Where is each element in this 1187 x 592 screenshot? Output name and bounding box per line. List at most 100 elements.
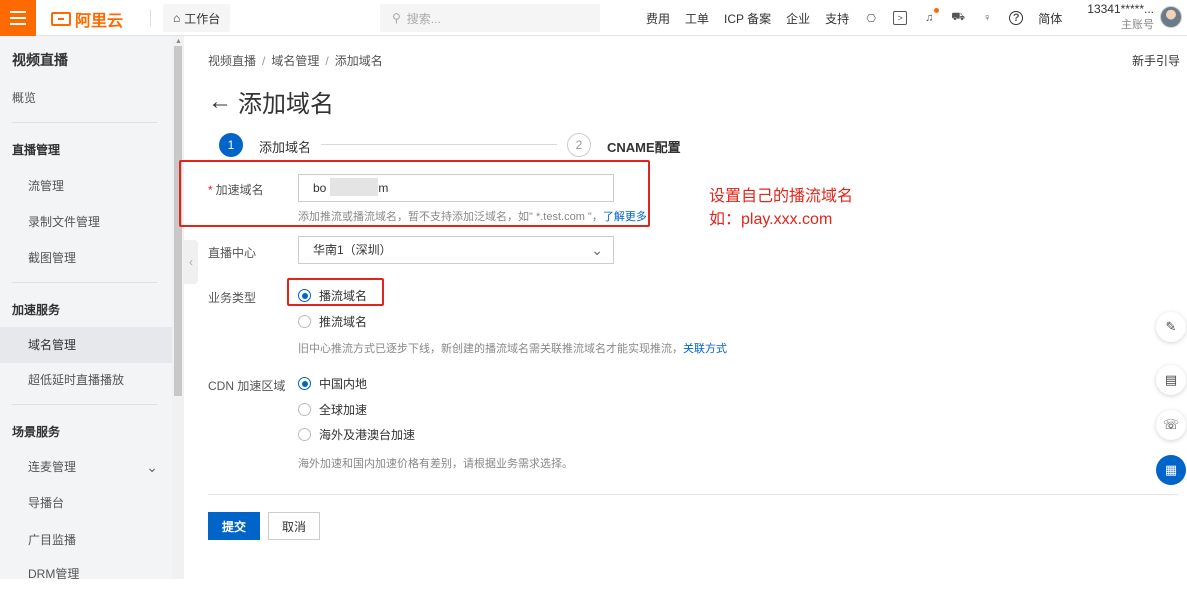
cdn-help: 海外加速和国内加速价格有差别，请根据业务需求选择。 [298,458,573,470]
hamburger-menu-icon[interactable] [0,0,36,36]
annotation-line: 设置自己的播流域名 [709,188,854,205]
radio-unchecked-icon [298,403,311,416]
chevron-down-icon: ⌄ [591,242,603,258]
annotation-box [179,160,650,227]
step-label: 添加域名 [259,140,312,155]
submit-button[interactable]: 提交 [208,512,260,540]
bell-icon[interactable]: ♫ [922,8,940,25]
nav-fees[interactable]: 费用 [646,10,670,27]
sidebar-item-stream[interactable]: 流管理 [0,168,172,204]
account-type: 主账号 [1121,19,1154,31]
nav-support[interactable]: 支持 [825,10,849,27]
radio-label: 全球加速 [319,403,368,417]
sidebar-title: 视频直播 [12,52,68,68]
sidebar-group-accel: 加速服务 [12,303,61,317]
language-switch[interactable]: 简体 [1038,10,1062,27]
back-arrow-icon[interactable]: ← [208,88,232,116]
top-nav: 费用 工单 ICP 备案 企业 支持 ⎔ > ♫ ⛟ ♀ ? 简体 [646,0,1062,36]
sidebar-group-live: 直播管理 [12,143,61,157]
sidebar-item-director[interactable]: 导播台 [0,485,172,521]
center-select[interactable]: 华南1（深圳） ⌄ [298,236,614,264]
book-icon[interactable]: ▤ [1156,365,1186,395]
nav-icp[interactable]: ICP 备案 [724,10,771,27]
page-title-text: 添加域名 [238,91,334,118]
center-label: 直播中心 [208,246,257,260]
breadcrumb-item[interactable]: 视频直播 [208,54,256,68]
biz-type-label: 业务类型 [208,291,257,305]
step-number: 1 [219,133,243,157]
radio-label: 中国内地 [319,377,368,391]
nav-enterprise[interactable]: 企业 [786,10,810,27]
step-number: 2 [567,133,591,157]
radio-unchecked-icon [298,428,311,441]
sidebar-group-scene: 场景服务 [12,425,61,439]
sidebar-divider [12,282,157,283]
edit-icon[interactable]: ✎ [1156,312,1186,342]
sidebar-item-co-streaming[interactable]: 连麦管理 ⌄ [0,449,172,485]
avatar[interactable] [1160,6,1182,28]
sidebar-divider [12,404,157,405]
account-id: 13341*****... [1087,2,1154,16]
notification-dot [934,8,940,13]
workbench-label: 工作台 [184,11,221,26]
terminal-icon[interactable]: > [893,11,908,25]
cancel-button[interactable]: 取消 [268,512,320,540]
sidebar-item-ultra-low-latency[interactable]: 超低延时直播播放 [0,362,172,398]
apps-icon[interactable]: ▦ [1156,455,1186,485]
steps: 1 添加域名 2 CNAME配置 [219,133,699,159]
sidebar-item-recording[interactable]: 录制文件管理 [0,204,172,240]
lightbulb-icon[interactable]: ♀ [980,11,994,25]
radio-mainland[interactable]: 中国内地 [298,375,367,392]
radio-global[interactable]: 全球加速 [298,401,367,418]
step-connector [321,144,557,145]
workbench-button[interactable]: ⌂ 工作台 [163,4,231,32]
sidebar-divider [12,122,157,123]
page-title: ← 添加域名 [208,84,334,119]
app-icon[interactable]: ⎔ [864,11,878,25]
beginner-guide-link[interactable]: 新手引导 [1132,52,1180,69]
home-icon: ⌂ [173,11,181,25]
chat-icon[interactable]: ☏ [1156,410,1186,440]
annotation-line: 如：play.xxx.com [709,211,833,228]
biz-help-text: 旧中心推流方式已逐步下线，新创建的播流域名需关联推流域名才能实现推流， [298,343,683,355]
annotation-note: 设置自己的播流域名 如：play.xxx.com [709,185,853,231]
radio-label: 推流域名 [319,315,368,329]
scroll-up-arrow-icon[interactable]: ▲ [175,38,182,45]
account-info[interactable]: 13341*****... 主账号 [1082,2,1154,32]
search-input[interactable]: ⚲ 搜索... [380,4,600,32]
radio-overseas[interactable]: 海外及港澳台加速 [298,426,415,443]
sidebar-item-snapshot[interactable]: 截图管理 [0,240,172,276]
radio-unchecked-icon [298,315,311,328]
breadcrumb-item[interactable]: 域名管理 [271,54,319,68]
top-bar: 阿里云 ⌂ 工作台 ⚲ 搜索... 费用 工单 ICP 备案 企业 支持 ⎔ >… [0,0,1187,36]
radio-push-domain[interactable]: 推流域名 [298,313,367,330]
sidebar-item-label: 连麦管理 [28,460,77,474]
help-icon[interactable]: ? [1009,11,1024,25]
biz-help: 旧中心推流方式已逐步下线，新创建的播流域名需关联推流域名才能实现推流，关联方式 [298,340,727,356]
collapse-sidebar-chevron-icon[interactable]: ‹ [184,240,198,284]
divider [150,10,151,26]
breadcrumb-item: 添加域名 [334,54,383,68]
search-icon: ⚲ [392,11,401,25]
aliyun-logo-icon [51,12,71,26]
search-placeholder: 搜索... [406,11,441,26]
nav-tickets[interactable]: 工单 [685,10,709,27]
annotation-box [287,278,384,306]
form-divider [208,494,1178,495]
sidebar-item-monitor[interactable]: 广目监播 [0,522,172,558]
chevron-down-icon: ⌄ [146,459,158,475]
cdn-label: CDN 加速区域 [208,379,286,393]
radio-checked-icon [298,377,311,390]
sidebar-scrollbar[interactable]: ▲ [172,36,184,579]
breadcrumb: 视频直播 / 域名管理 / 添加域名 [208,54,383,68]
radio-label: 海外及港澳台加速 [319,428,416,442]
step-label: CNAME配置 [607,140,681,155]
sidebar-item-overview[interactable]: 概览 [0,80,172,116]
center-selected-value: 华南1（深圳） [313,243,392,257]
sidebar-item-domain[interactable]: 域名管理 [0,327,172,363]
aliyun-logo[interactable]: 阿里云 [51,7,123,31]
cart-icon[interactable]: ⛟ [951,11,965,25]
association-link[interactable]: 关联方式 [683,343,727,355]
sidebar-item-drm[interactable]: DRM管理 [0,556,172,592]
logo-text: 阿里云 [75,13,124,30]
